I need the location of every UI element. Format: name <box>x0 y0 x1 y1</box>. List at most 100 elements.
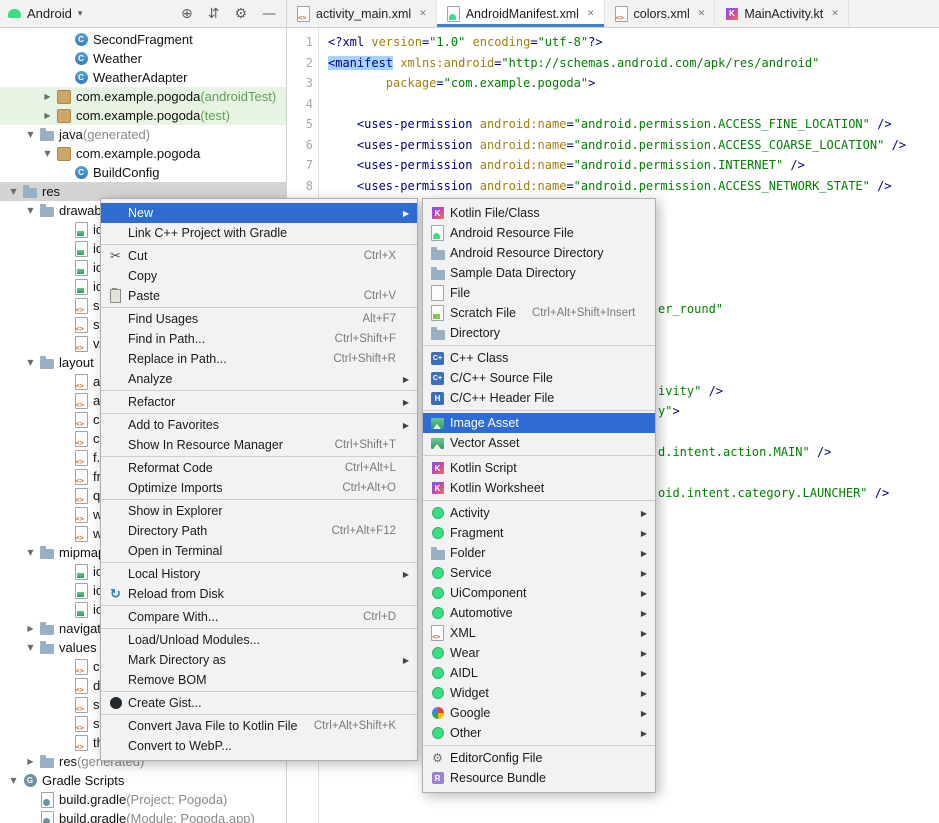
menu-item[interactable]: EditorConfig File <box>423 748 655 768</box>
paste-icon <box>110 289 121 303</box>
tree-item[interactable]: ▶com.example.pogoda (androidTest) <box>0 87 286 106</box>
menu-item[interactable]: Local History▶ <box>101 564 417 584</box>
menu-item[interactable]: Copy <box>101 266 417 286</box>
line-number: 4 <box>287 94 313 115</box>
code-line[interactable]: <uses-permission android:name="android.p… <box>328 176 906 197</box>
tab-close-icon[interactable]: ✕ <box>419 9 427 19</box>
code-line[interactable] <box>328 94 906 115</box>
menu-item-label: Folder <box>448 546 485 560</box>
tree-item[interactable]: ▼Gradle Scripts <box>0 771 286 790</box>
menu-item[interactable]: Replace in Path...Ctrl+Shift+R <box>101 349 417 369</box>
menu-item[interactable]: Refactor▶ <box>101 392 417 412</box>
menu-item[interactable]: UiComponent▶ <box>423 583 655 603</box>
code-line[interactable]: <uses-permission android:name="android.p… <box>328 155 906 176</box>
menu-item[interactable]: Create Gist... <box>101 693 417 713</box>
menu-item[interactable]: Find UsagesAlt+F7 <box>101 309 417 329</box>
menu-item[interactable]: Widget▶ <box>423 683 655 703</box>
android-icon <box>432 567 444 579</box>
menu-item[interactable]: Android Resource Directory <box>423 243 655 263</box>
tab-close-icon[interactable]: ✕ <box>831 9 839 19</box>
tree-item[interactable]: ▼java (generated) <box>0 125 286 144</box>
tree-item[interactable]: BuildConfig <box>0 163 286 182</box>
menu-item[interactable]: Android Resource File <box>423 223 655 243</box>
menu-item[interactable]: Load/Unload Modules... <box>101 630 417 650</box>
cpp-icon <box>431 372 444 385</box>
tab-label: AndroidManifest.xml <box>466 7 579 21</box>
menu-item[interactable]: Link C++ Project with Gradle <box>101 223 417 243</box>
menu-item[interactable]: C/C++ Source File <box>423 368 655 388</box>
menu-item[interactable]: Automotive▶ <box>423 603 655 623</box>
menu-item[interactable]: Vector Asset <box>423 433 655 453</box>
menu-item[interactable]: Convert to WebP... <box>101 736 417 756</box>
gradle-file-icon <box>41 792 54 808</box>
menu-item[interactable]: Directory PathCtrl+Alt+F12 <box>101 521 417 541</box>
menu-item[interactable]: Scratch FileCtrl+Alt+Shift+Insert <box>423 303 655 323</box>
settings-gear-icon[interactable]: ⚙ <box>234 6 247 22</box>
menu-item[interactable]: XML▶ <box>423 623 655 643</box>
code-line[interactable]: <uses-permission android:name="android.p… <box>328 114 906 135</box>
menu-item[interactable]: File <box>423 283 655 303</box>
project-view-selector[interactable]: Android <box>27 6 72 21</box>
editor-tab[interactable]: colors.xml✕ <box>605 0 716 27</box>
editor-tab[interactable]: AndroidManifest.xml ✕ <box>437 0 605 27</box>
menu-item[interactable]: Open in Terminal <box>101 541 417 561</box>
menu-item-label: Kotlin Script <box>448 461 517 475</box>
menu-item[interactable]: Add to Favorites▶ <box>101 415 417 435</box>
menu-item[interactable]: Activity▶ <box>423 503 655 523</box>
hide-panel-icon[interactable]: — <box>262 6 276 22</box>
menu-item[interactable]: Kotlin Worksheet <box>423 478 655 498</box>
menu-item[interactable]: Wear▶ <box>423 643 655 663</box>
menu-item[interactable]: Show In Resource ManagerCtrl+Shift+T <box>101 435 417 455</box>
menu-item[interactable]: Folder▶ <box>423 543 655 563</box>
menu-item[interactable]: Kotlin File/Class <box>423 203 655 223</box>
menu-item[interactable]: Fragment▶ <box>423 523 655 543</box>
tree-item[interactable]: ▼com.example.pogoda <box>0 144 286 163</box>
menu-item[interactable]: Sample Data Directory <box>423 263 655 283</box>
menu-item[interactable]: Compare With...Ctrl+D <box>101 607 417 627</box>
tree-item[interactable]: build.gradle (Project: Pogoda) <box>0 790 286 809</box>
menu-item[interactable]: AIDL▶ <box>423 663 655 683</box>
menu-item[interactable]: Reformat CodeCtrl+Alt+L <box>101 458 417 478</box>
chevron-down-icon[interactable]: ▾ <box>78 9 83 19</box>
menu-item[interactable]: Reload from Disk <box>101 584 417 604</box>
tab-close-icon[interactable]: ✕ <box>587 9 595 19</box>
collapse-all-icon[interactable]: ⇵ <box>208 6 220 22</box>
menu-item[interactable]: Convert Java File to Kotlin FileCtrl+Alt… <box>101 716 417 736</box>
menu-item-label: Find Usages <box>126 312 198 326</box>
menu-item[interactable]: Directory <box>423 323 655 343</box>
menu-item[interactable]: Mark Directory as▶ <box>101 650 417 670</box>
menu-item[interactable]: C++ Class <box>423 348 655 368</box>
tree-item[interactable]: ▶com.example.pogoda (test) <box>0 106 286 125</box>
menu-item[interactable]: Remove BOM <box>101 670 417 690</box>
menu-item[interactable]: New▶ <box>101 203 417 223</box>
editor-tab[interactable]: activity_main.xml✕ <box>287 0 437 27</box>
menu-item[interactable]: Image Asset <box>423 413 655 433</box>
menu-item[interactable]: Show in Explorer <box>101 501 417 521</box>
menu-item[interactable]: PasteCtrl+V <box>101 286 417 306</box>
tree-item[interactable]: WeatherAdapter <box>0 68 286 87</box>
tree-item-label: com.example.pogoda <box>76 146 200 161</box>
code-line[interactable]: <?xml version="1.0" encoding="utf-8"?> <box>328 32 906 53</box>
menu-item[interactable]: Service▶ <box>423 563 655 583</box>
tree-item[interactable]: Weather <box>0 49 286 68</box>
code-line[interactable]: <manifest xmlns:android="http://schemas.… <box>328 53 906 74</box>
menu-item[interactable]: CutCtrl+X <box>101 246 417 266</box>
file-xml-icon <box>75 697 88 713</box>
code-line[interactable]: package="com.example.pogoda"> <box>328 73 906 94</box>
tree-item[interactable]: build.gradle (Module: Pogoda.app) <box>0 809 286 823</box>
menu-item[interactable]: Other▶ <box>423 723 655 743</box>
tree-expand-right-icon: ▶ <box>40 111 55 120</box>
locate-file-icon[interactable]: ⊕ <box>181 6 193 22</box>
menu-item[interactable]: Kotlin Script <box>423 458 655 478</box>
menu-item[interactable]: Google▶ <box>423 703 655 723</box>
menu-item[interactable]: C/C++ Header File <box>423 388 655 408</box>
tab-close-icon[interactable]: ✕ <box>698 9 706 19</box>
editor-tab[interactable]: MainActivity.kt✕ <box>715 0 849 27</box>
menu-item[interactable]: Resource Bundle <box>423 768 655 788</box>
file-xml-icon <box>75 298 88 314</box>
menu-item[interactable]: Analyze▶ <box>101 369 417 389</box>
menu-item[interactable]: Find in Path...Ctrl+Shift+F <box>101 329 417 349</box>
tree-item[interactable]: SecondFragment <box>0 30 286 49</box>
code-line[interactable]: <uses-permission android:name="android.p… <box>328 135 906 156</box>
menu-item[interactable]: Optimize ImportsCtrl+Alt+O <box>101 478 417 498</box>
